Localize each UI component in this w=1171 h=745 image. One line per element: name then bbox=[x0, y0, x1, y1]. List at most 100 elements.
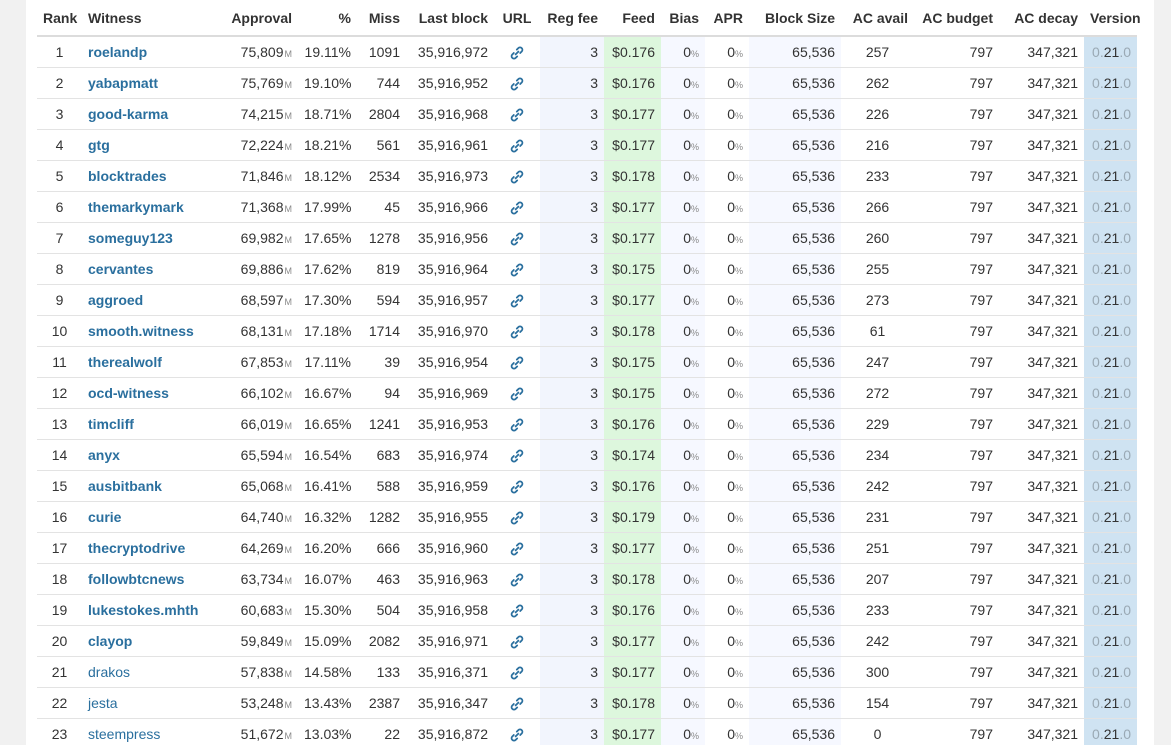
last-block-cell: 35,916,964 bbox=[406, 253, 494, 285]
witness-link[interactable]: aggroed bbox=[88, 292, 143, 308]
witness-link[interactable]: curie bbox=[88, 509, 121, 525]
column-header-block-size[interactable]: Block Size bbox=[749, 0, 841, 37]
apr-cell: 0% bbox=[705, 191, 749, 223]
link-icon[interactable] bbox=[509, 169, 525, 185]
link-icon[interactable] bbox=[509, 448, 525, 464]
witness-link[interactable]: good-karma bbox=[88, 106, 168, 122]
link-icon[interactable] bbox=[509, 293, 525, 309]
column-header-apr[interactable]: APR bbox=[705, 0, 749, 37]
link-icon[interactable] bbox=[509, 417, 525, 433]
witness-link[interactable]: themarkymark bbox=[88, 199, 184, 215]
link-icon[interactable] bbox=[509, 200, 525, 216]
column-header-rank[interactable]: Rank bbox=[37, 0, 82, 37]
link-icon[interactable] bbox=[509, 355, 525, 371]
link-icon[interactable] bbox=[509, 76, 525, 92]
bias-value: 0 bbox=[683, 230, 691, 246]
table-row: 10 smooth.witness 68,131M 17.18% 1714 35,916,… bbox=[37, 315, 1137, 347]
column-header-witness[interactable]: Witness bbox=[82, 0, 213, 37]
witness-link[interactable]: cervantes bbox=[88, 261, 153, 277]
link-icon[interactable] bbox=[509, 634, 525, 650]
link-icon[interactable] bbox=[509, 386, 525, 402]
column-header-percent[interactable]: % bbox=[298, 0, 357, 37]
link-icon[interactable] bbox=[509, 262, 525, 278]
version-cell: 0.21.0 bbox=[1084, 532, 1137, 564]
link-icon[interactable] bbox=[509, 727, 525, 743]
column-header-miss[interactable]: Miss bbox=[357, 0, 406, 37]
link-icon[interactable] bbox=[509, 479, 525, 495]
link-icon[interactable] bbox=[509, 541, 525, 557]
approval-value: 72,224 bbox=[240, 137, 284, 153]
witness-link[interactable]: smooth.witness bbox=[88, 323, 194, 339]
ac-decay-cell: 347,321 bbox=[999, 191, 1084, 223]
witness-link[interactable]: yabapmatt bbox=[88, 75, 158, 91]
version-cell: 0.21.0 bbox=[1084, 501, 1137, 533]
block-size-cell: 65,536 bbox=[749, 98, 841, 130]
witness-link[interactable]: anyx bbox=[88, 447, 120, 463]
witness-link[interactable]: roelandp bbox=[88, 44, 147, 60]
column-header-url[interactable]: URL bbox=[494, 0, 540, 37]
ac-avail-cell: 300 bbox=[841, 656, 914, 688]
version-cell: 0.21.0 bbox=[1084, 687, 1137, 719]
version-major: 0. bbox=[1092, 509, 1104, 525]
version-major: 0. bbox=[1092, 75, 1104, 91]
bias-value: 0 bbox=[683, 447, 691, 463]
witness-link[interactable]: ausbitbank bbox=[88, 478, 162, 494]
version-patch: .0 bbox=[1119, 416, 1131, 432]
witness-link[interactable]: gtg bbox=[88, 137, 110, 153]
percent-cell: 16.32% bbox=[298, 501, 357, 533]
miss-cell: 1091 bbox=[357, 36, 406, 68]
ac-decay-cell: 347,321 bbox=[999, 563, 1084, 595]
table-row: 6 themarkymark 71,368M 17.99% 45 35,916,966 3 $… bbox=[37, 191, 1137, 223]
approval-cell: 59,849M bbox=[213, 625, 298, 657]
link-icon[interactable] bbox=[509, 45, 525, 61]
witness-link[interactable]: timcliff bbox=[88, 416, 134, 432]
miss-cell: 39 bbox=[357, 346, 406, 378]
column-header-version[interactable]: Version bbox=[1084, 0, 1141, 37]
column-header-ac-avail[interactable]: AC avail bbox=[841, 0, 914, 37]
column-header-approval[interactable]: Approval bbox=[213, 0, 298, 37]
witness-link[interactable]: ocd-witness bbox=[88, 385, 169, 401]
version-patch: .0 bbox=[1119, 385, 1131, 401]
version-minor: 21 bbox=[1103, 509, 1120, 525]
link-icon[interactable] bbox=[509, 696, 525, 712]
column-header-feed[interactable]: Feed bbox=[604, 0, 661, 37]
link-icon[interactable] bbox=[509, 107, 525, 123]
column-header-reg-fee[interactable]: Reg fee bbox=[540, 0, 604, 37]
witness-link[interactable]: thecryptodrive bbox=[88, 540, 185, 556]
approval-unit: M bbox=[284, 545, 293, 555]
miss-cell: 504 bbox=[357, 594, 406, 626]
link-icon[interactable] bbox=[509, 603, 525, 619]
witness-link[interactable]: steempress bbox=[88, 726, 160, 742]
witness-link[interactable]: blocktrades bbox=[88, 168, 167, 184]
rank-cell: 16 bbox=[37, 501, 82, 533]
link-icon[interactable] bbox=[509, 572, 525, 588]
witness-cell: blocktrades bbox=[82, 160, 213, 192]
bias-value: 0 bbox=[683, 261, 691, 277]
link-icon[interactable] bbox=[509, 231, 525, 247]
ac-budget-cell: 797 bbox=[914, 160, 999, 192]
apr-value: 0 bbox=[727, 354, 735, 370]
witness-link[interactable]: drakos bbox=[88, 664, 130, 680]
bias-cell: 0% bbox=[661, 408, 705, 440]
link-icon[interactable] bbox=[509, 510, 525, 526]
approval-cell: 66,102M bbox=[213, 377, 298, 409]
version-cell: 0.21.0 bbox=[1084, 129, 1137, 161]
link-icon[interactable] bbox=[509, 665, 525, 681]
link-icon[interactable] bbox=[509, 138, 525, 154]
witness-link[interactable]: someguy123 bbox=[88, 230, 173, 246]
column-header-last-block[interactable]: Last block bbox=[406, 0, 494, 37]
witness-link[interactable]: lukestokes.mhth bbox=[88, 602, 198, 618]
column-header-ac-decay[interactable]: AC decay bbox=[999, 0, 1084, 37]
column-header-ac-budget[interactable]: AC budget bbox=[914, 0, 999, 37]
ac-budget-cell: 797 bbox=[914, 98, 999, 130]
link-icon[interactable] bbox=[509, 324, 525, 340]
block-size-cell: 65,536 bbox=[749, 532, 841, 564]
column-header-bias[interactable]: Bias bbox=[661, 0, 705, 37]
witness-link[interactable]: clayop bbox=[88, 633, 132, 649]
ac-avail-cell: 272 bbox=[841, 377, 914, 409]
last-block-cell: 35,916,959 bbox=[406, 470, 494, 502]
witness-link[interactable]: followbtcnews bbox=[88, 571, 184, 587]
witness-link[interactable]: therealwolf bbox=[88, 354, 162, 370]
witness-link[interactable]: jesta bbox=[88, 695, 118, 711]
approval-value: 75,769 bbox=[240, 75, 284, 91]
